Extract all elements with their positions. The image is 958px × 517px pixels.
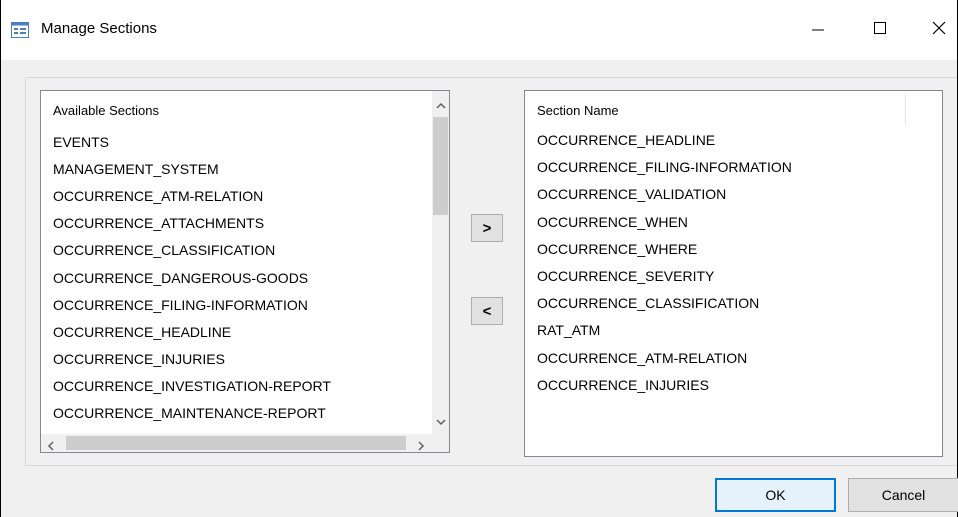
available-sections-list[interactable]: Available Sections EVENTS MANAGEMENT_SYST… [40, 90, 450, 453]
list-item[interactable]: MANAGEMENT_SYSTEM [53, 161, 219, 177]
list-item[interactable]: OCCURRENCE_ATM-RELATION [537, 350, 747, 366]
maximize-button[interactable] [857, 10, 903, 50]
list-item[interactable]: OCCURRENCE_ATM-RELATION [53, 188, 263, 204]
list-item[interactable]: OCCURRENCE_INJURIES [53, 351, 225, 367]
list-item[interactable]: OCCURRENCE_FILING-INFORMATION [53, 297, 308, 313]
close-button[interactable] [916, 10, 958, 50]
list-item[interactable]: OCCURRENCE_INJURIES [537, 377, 709, 393]
ok-button[interactable]: OK [715, 478, 836, 512]
list-item[interactable]: OCCURRENCE_HEADLINE [53, 324, 231, 340]
scroll-left-icon[interactable] [47, 438, 55, 452]
minimize-icon [811, 21, 825, 40]
horizontal-scroll-thumb[interactable] [66, 436, 406, 450]
close-icon [931, 20, 947, 41]
cancel-button[interactable]: Cancel [848, 478, 958, 512]
list-item[interactable]: OCCURRENCE_HEADLINE [537, 132, 715, 148]
vertical-scroll-thumb[interactable] [433, 117, 448, 215]
list-item[interactable]: OCCURRENCE_SEVERITY [537, 268, 714, 284]
list-item[interactable]: OCCURRENCE_DANGEROUS-GOODS [53, 270, 308, 286]
horizontal-scrollbar[interactable] [41, 434, 449, 452]
list-item[interactable]: OCCURRENCE_CLASSIFICATION [537, 295, 759, 311]
title-bar[interactable]: Manage Sections [1, 0, 957, 60]
list-item[interactable]: OCCURRENCE_ATTACHMENTS [53, 215, 264, 231]
selected-sections-list[interactable]: Section Name OCCURRENCE_HEADLINE OCCURREN… [524, 90, 943, 457]
manage-sections-dialog: Manage Sections Available Sections EVENT… [0, 0, 958, 517]
list-window-icon [11, 22, 29, 38]
maximize-icon [873, 21, 887, 40]
list-item[interactable]: OCCURRENCE_FILING-INFORMATION [537, 159, 792, 175]
list-item[interactable]: OCCURRENCE_INVESTIGATION-REPORT [53, 378, 331, 394]
minimize-button[interactable] [795, 10, 841, 50]
list-item[interactable]: OCCURRENCE_WHEN [537, 214, 688, 230]
list-item[interactable]: OCCURRENCE_MAINTENANCE-REPORT [53, 405, 326, 421]
window-title: Manage Sections [41, 20, 157, 37]
column-header-divider[interactable] [905, 93, 906, 125]
scroll-down-icon[interactable] [436, 413, 446, 431]
list-item[interactable]: OCCURRENCE_WHERE [537, 241, 697, 257]
scroll-right-icon[interactable] [417, 438, 425, 452]
vertical-scrollbar[interactable] [432, 91, 449, 434]
scroll-up-icon[interactable] [436, 97, 446, 115]
section-name-column-header[interactable]: Section Name [537, 103, 619, 118]
list-item[interactable]: EVENTS [53, 134, 109, 150]
list-item[interactable]: RAT_ATM [537, 322, 600, 338]
available-sections-header: Available Sections [53, 103, 159, 118]
add-section-button[interactable]: > [471, 214, 503, 242]
list-item[interactable]: OCCURRENCE_VALIDATION [537, 186, 726, 202]
remove-section-button[interactable]: < [471, 297, 503, 325]
list-item[interactable]: OCCURRENCE_CLASSIFICATION [53, 242, 275, 258]
